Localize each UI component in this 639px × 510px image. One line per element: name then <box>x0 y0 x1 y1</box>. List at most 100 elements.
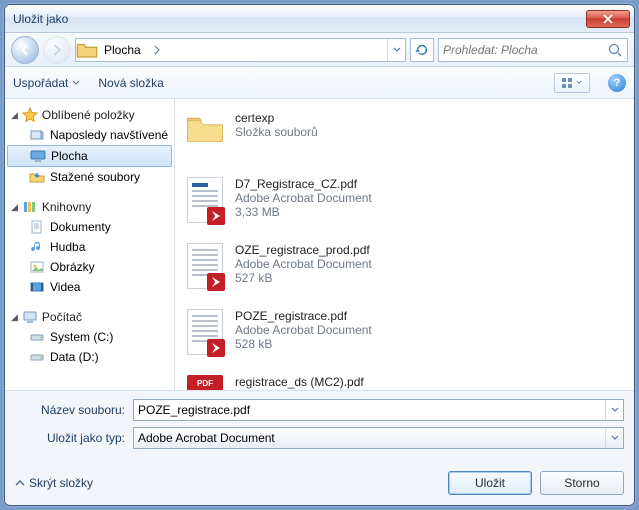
sidebar-item-label: Plocha <box>51 149 88 163</box>
pictures-icon <box>29 259 45 275</box>
pdf-icon <box>185 309 225 357</box>
chevron-right-icon[interactable] <box>148 45 166 55</box>
sidebar-item-label: Naposledy navštívené <box>50 128 168 142</box>
star-icon <box>22 107 38 123</box>
sidebar-item-videos[interactable]: Videa <box>5 277 174 297</box>
documents-icon <box>29 219 45 235</box>
filetype-combo[interactable]: Adobe Acrobat Document <box>133 427 624 449</box>
help-button[interactable]: ? <box>608 74 626 92</box>
pdf-icon <box>185 177 225 225</box>
file-name: OZE_registrace_prod.pdf <box>235 243 372 257</box>
pdf-reader-icon: PDF <box>185 375 225 390</box>
file-list[interactable]: certexp Složka souborů D7_Registrace_CZ.… <box>175 99 634 390</box>
view-options-button[interactable] <box>554 73 590 93</box>
favorites-label: Oblíbené položky <box>42 108 135 122</box>
filetype-label: Uložit jako typ: <box>15 431 125 445</box>
command-bar: Uspořádat Nová složka ? <box>5 67 634 99</box>
filename-input[interactable] <box>134 403 605 417</box>
recent-icon <box>29 127 45 143</box>
filetype-value: Adobe Acrobat Document <box>138 431 605 445</box>
sidebar-item-label: Data (D:) <box>50 350 99 364</box>
navigation-pane: ◢ Oblíbené položky Naposledy navštívené … <box>5 99 175 390</box>
sidebar-item-drive-c[interactable]: System (C:) <box>5 327 174 347</box>
nav-toolbar: Plocha <box>5 33 634 67</box>
computer-icon <box>22 309 38 325</box>
file-type: Adobe Acrobat Document <box>235 257 372 271</box>
file-meta: registrace_ds (MC2).pdf Adobe Acrobat Do… <box>235 375 372 390</box>
sidebar-item-recent[interactable]: Naposledy navštívené <box>5 125 174 145</box>
list-item[interactable]: D7_Registrace_CZ.pdf Adobe Acrobat Docum… <box>185 173 624 239</box>
search-input[interactable] <box>443 43 607 57</box>
chevron-up-icon <box>15 479 25 487</box>
file-meta: certexp Složka souborů <box>235 111 318 159</box>
cancel-label: Storno <box>564 476 599 490</box>
sidebar-item-label: Videa <box>50 280 80 294</box>
expand-icon: ◢ <box>11 202 18 213</box>
sidebar-item-label: Obrázky <box>50 260 95 274</box>
hide-folders-label: Skrýt složky <box>29 476 93 490</box>
list-item[interactable]: certexp Složka souborů <box>185 107 624 173</box>
file-size: 528 kB <box>235 337 372 351</box>
form-area: Název souboru: Uložit jako typ: Adobe Ac… <box>5 390 634 463</box>
sidebar-item-label: Dokumenty <box>50 220 111 234</box>
computer-label: Počítač <box>42 310 82 324</box>
window-title: Uložit jako <box>13 12 586 26</box>
chevron-down-icon[interactable] <box>605 428 623 448</box>
computer-group[interactable]: ◢ Počítač <box>5 307 174 327</box>
file-type: Adobe Acrobat Document <box>235 191 372 205</box>
expand-icon: ◢ <box>11 110 18 121</box>
address-dropdown[interactable] <box>387 39 405 61</box>
save-as-dialog: Uložit jako Plocha <box>4 4 635 506</box>
sidebar-item-desktop[interactable]: Plocha <box>7 145 172 167</box>
titlebar: Uložit jako <box>5 5 634 33</box>
sidebar-item-pictures[interactable]: Obrázky <box>5 257 174 277</box>
libraries-label: Knihovny <box>42 200 91 214</box>
libraries-group[interactable]: ◢ Knihovny <box>5 197 174 217</box>
refresh-button[interactable] <box>410 38 434 62</box>
sidebar-item-documents[interactable]: Dokumenty <box>5 217 174 237</box>
sidebar-item-music[interactable]: Hudba <box>5 237 174 257</box>
file-type: Složka souborů <box>235 125 318 139</box>
file-meta: POZE_registrace.pdf Adobe Acrobat Docume… <box>235 309 372 357</box>
address-bar[interactable]: Plocha <box>75 38 406 62</box>
file-type: Adobe Acrobat Document <box>235 323 372 337</box>
list-item[interactable]: PDF registrace_ds (MC2).pdf Adobe Acroba… <box>185 371 624 390</box>
save-label: Uložit <box>475 476 505 490</box>
folder-icon <box>185 111 225 159</box>
footer: Skrýt složky Uložit Storno <box>5 463 634 505</box>
chevron-down-icon[interactable] <box>605 400 623 420</box>
back-button[interactable] <box>11 36 39 64</box>
list-item[interactable]: POZE_registrace.pdf Adobe Acrobat Docume… <box>185 305 624 371</box>
desktop-icon <box>30 148 46 164</box>
hide-folders-button[interactable]: Skrýt složky <box>15 476 93 490</box>
save-button[interactable]: Uložit <box>448 471 532 495</box>
sidebar-item-label: Hudba <box>50 240 85 254</box>
file-size: 527 kB <box>235 271 372 285</box>
organize-button[interactable]: Uspořádat <box>13 76 80 90</box>
file-name: POZE_registrace.pdf <box>235 309 372 323</box>
filename-field[interactable] <box>133 399 624 421</box>
file-meta: D7_Registrace_CZ.pdf Adobe Acrobat Docum… <box>235 177 372 225</box>
forward-button[interactable] <box>43 36 71 64</box>
cancel-button[interactable]: Storno <box>540 471 624 495</box>
chevron-down-icon <box>72 80 80 86</box>
file-meta: OZE_registrace_prod.pdf Adobe Acrobat Do… <box>235 243 372 291</box>
search-box[interactable] <box>438 38 628 62</box>
view-icon <box>562 78 574 88</box>
new-folder-label: Nová složka <box>98 76 163 90</box>
folder-icon <box>76 42 98 58</box>
libraries-icon <box>22 199 38 215</box>
expand-icon: ◢ <box>11 312 18 323</box>
list-item[interactable]: OZE_registrace_prod.pdf Adobe Acrobat Do… <box>185 239 624 305</box>
new-folder-button[interactable]: Nová složka <box>98 76 163 90</box>
breadcrumb-segment[interactable]: Plocha <box>98 39 148 61</box>
file-size: 3,33 MB <box>235 205 372 219</box>
favorites-group[interactable]: ◢ Oblíbené položky <box>5 105 174 125</box>
close-button[interactable] <box>586 10 630 28</box>
sidebar-item-downloads[interactable]: Stažené soubory <box>5 167 174 187</box>
downloads-icon <box>29 169 45 185</box>
sidebar-item-drive-d[interactable]: Data (D:) <box>5 347 174 367</box>
search-icon <box>607 42 623 58</box>
music-icon <box>29 239 45 255</box>
videos-icon <box>29 279 45 295</box>
